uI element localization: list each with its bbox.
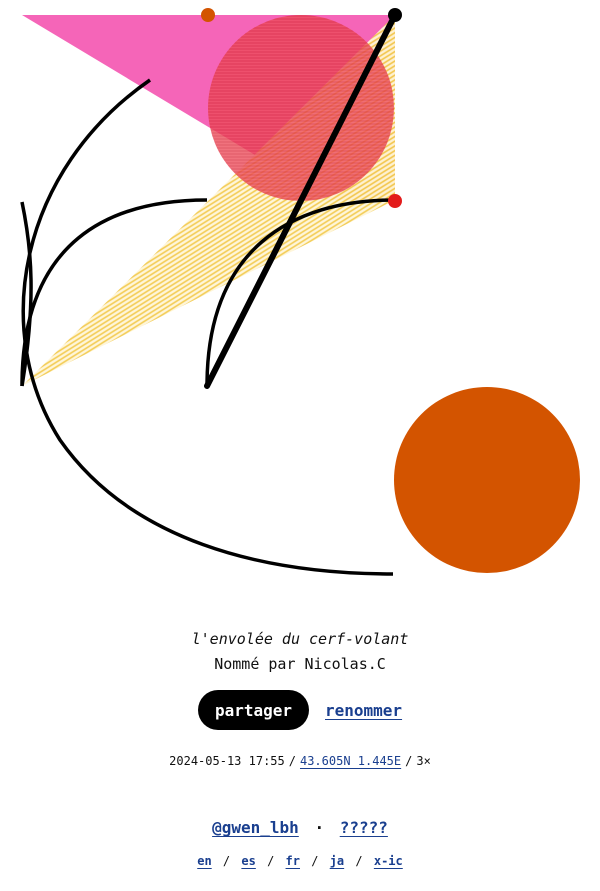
metadata-line: 2024-05-13 17:55/43.605N 1.445E/3× <box>0 752 600 770</box>
lang-ja-link[interactable]: ja <box>330 854 344 868</box>
separator: / <box>288 754 296 768</box>
artwork-title: l'envolée du cerf-volant <box>191 630 409 648</box>
datetime: 2024-05-13 17:55 <box>169 754 285 768</box>
coordinates-link[interactable]: 43.605N 1.445E <box>300 754 401 768</box>
orange-dot <box>201 8 215 22</box>
language-switcher: en / es / fr / ja / x-ic <box>0 852 600 870</box>
artwork-byline: Nommé par Nicolas.C <box>214 655 386 673</box>
multiplier: 3× <box>416 754 431 768</box>
separator: / <box>405 754 413 768</box>
share-button[interactable]: partager <box>197 690 309 730</box>
author-handle-link[interactable]: @gwen_lbh <box>212 818 299 837</box>
red-circle <box>208 15 394 201</box>
lang-es-link[interactable]: es <box>241 854 255 868</box>
separator: / <box>355 854 363 868</box>
lang-x-ic-link[interactable]: x-ic <box>374 854 403 868</box>
dot-separator: · <box>314 818 325 837</box>
social-links: @gwen_lbh · ????? <box>0 816 600 840</box>
rename-link[interactable]: renommer <box>325 701 402 720</box>
action-bar: partager renommer <box>0 690 600 730</box>
lang-en-link[interactable]: en <box>197 854 211 868</box>
separator: / <box>267 854 275 868</box>
generative-artwork <box>20 8 580 576</box>
separator: / <box>311 854 319 868</box>
lang-fr-link[interactable]: fr <box>286 854 300 868</box>
red-dot <box>388 194 402 208</box>
mystery-link[interactable]: ????? <box>340 818 388 837</box>
orange-circle <box>394 387 580 573</box>
black-dot <box>388 8 402 22</box>
separator: / <box>222 854 231 868</box>
